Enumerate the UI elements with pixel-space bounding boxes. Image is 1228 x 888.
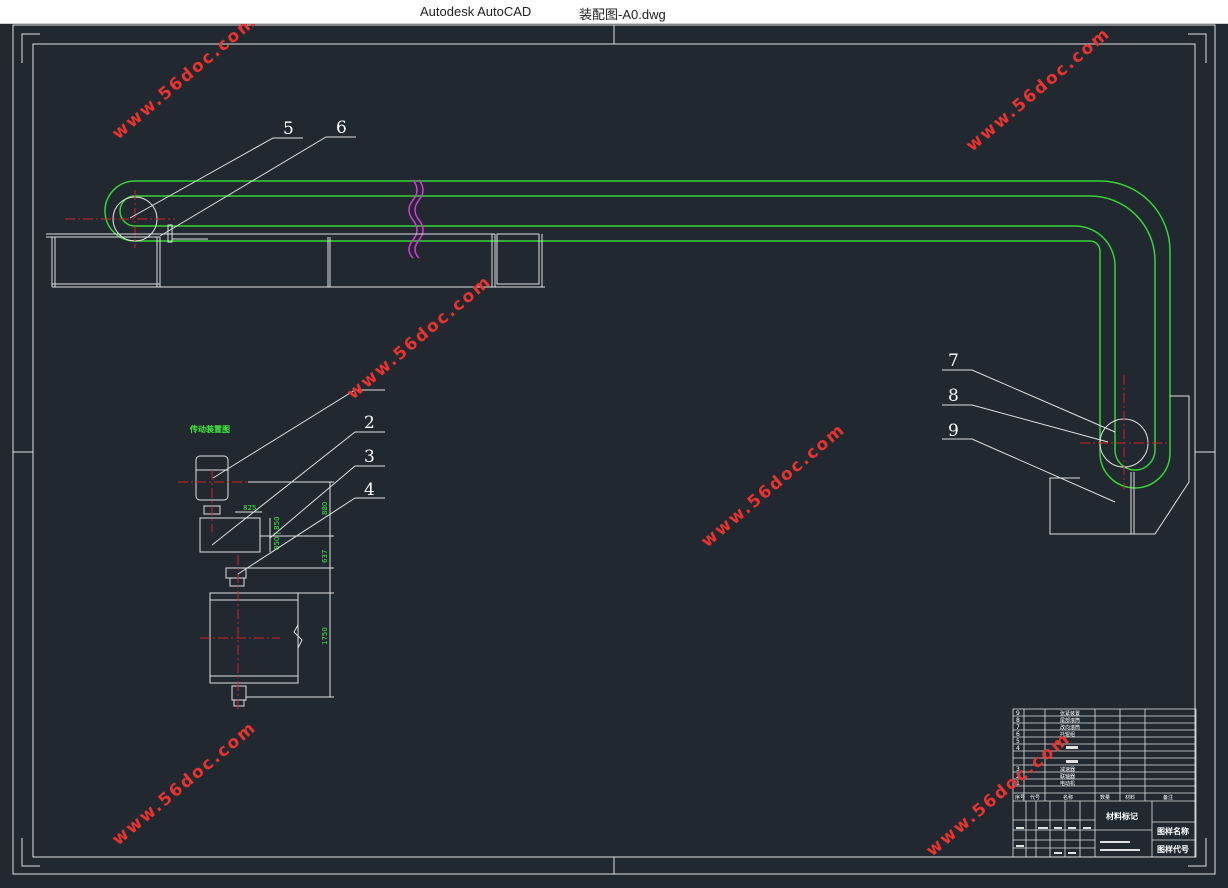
tb-row-name: 尾部滚筒 xyxy=(1060,717,1080,724)
tb-row-name: 改向滚筒 xyxy=(1060,724,1080,731)
part-label-7: 7 xyxy=(948,351,959,371)
head-pulley xyxy=(65,190,175,248)
tb-header-no: 序号 xyxy=(1015,794,1025,801)
watermark-text: www.56doc.com xyxy=(108,718,260,850)
tb-row-no: 8 xyxy=(1016,717,1020,724)
part-label-6: 6 xyxy=(336,118,347,138)
part-label-2: 2 xyxy=(364,413,375,433)
title-block-header: 序号 代号 名称 数量 材料 备注 xyxy=(1015,794,1173,801)
drawing-canvas[interactable]: 825 850 | 850 880 637 1750 传动装置图 5 6 2 3… xyxy=(0,24,1228,888)
tb-row-name: 张紧装置 xyxy=(1060,710,1080,717)
tb-header-remark: 备注 xyxy=(1163,794,1173,801)
tb-row-no: 9 xyxy=(1016,710,1020,717)
support-frame xyxy=(46,224,545,288)
part-label-4: 4 xyxy=(364,480,375,500)
watermarks: www.56doc.com www.56doc.com www.56doc.co… xyxy=(108,24,1114,861)
dim-1750: 1750 xyxy=(321,627,329,645)
break-mark xyxy=(408,179,424,259)
tb-header-material: 材料 xyxy=(1125,794,1135,801)
dimension-lines xyxy=(235,481,334,698)
part-label-5: 5 xyxy=(283,119,294,139)
drive-label: 传动装置图 xyxy=(189,424,230,434)
tail-pulley xyxy=(1080,375,1170,490)
tb-drawing-code: 图样代号 xyxy=(1157,844,1189,854)
part-label-3: 3 xyxy=(364,447,375,467)
title-bar: Autodesk AutoCAD 装配图-A0.dwg xyxy=(0,0,1228,24)
dim-637: 637 xyxy=(321,550,329,563)
tb-header-qty: 数量 xyxy=(1100,794,1110,801)
tb-row-name: 联轴器 xyxy=(1060,773,1075,780)
tb-header-name: 名称 xyxy=(1063,794,1073,801)
watermark-text: www.56doc.com xyxy=(697,420,849,552)
app-title: Autodesk AutoCAD xyxy=(420,4,532,19)
tb-drawing-name: 图样名称 xyxy=(1157,826,1189,836)
drive-centerline xyxy=(178,470,280,710)
tb-row-name: 减速器 xyxy=(1060,766,1075,773)
tb-row-no: 6 xyxy=(1016,731,1020,738)
tb-row-name: 电动机 xyxy=(1060,780,1075,787)
file-title: 装配图-A0.dwg xyxy=(579,7,666,22)
part-label-8: 8 xyxy=(948,386,959,406)
dim-850: 850 | 850 xyxy=(273,516,281,550)
cad-drawing[interactable]: 825 850 | 850 880 637 1750 传动装置图 5 6 2 3… xyxy=(0,24,1228,888)
tb-row-no: 4 xyxy=(1016,745,1020,752)
leader-lines xyxy=(129,136,1116,575)
tb-row-no: 7 xyxy=(1016,724,1020,731)
tb-header-code: 代号 xyxy=(1030,794,1040,801)
dim-880: 880 xyxy=(321,502,329,515)
conveyor-belt xyxy=(104,180,1171,489)
tb-material-mark: 材料标记 xyxy=(1106,811,1138,821)
drawing-frame xyxy=(12,24,1216,875)
tb-row-no: 5 xyxy=(1016,738,1020,745)
watermark-text: www.56doc.com xyxy=(343,272,495,404)
watermark-text: www.56doc.com xyxy=(108,24,260,144)
dim-825: 825 xyxy=(243,504,256,512)
watermark-text: www.56doc.com xyxy=(922,729,1074,861)
part-label-9: 9 xyxy=(948,421,959,441)
